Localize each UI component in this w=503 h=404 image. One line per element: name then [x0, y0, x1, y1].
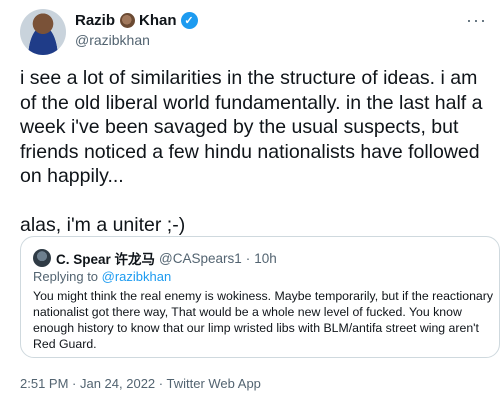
- quote-separator: ·: [245, 250, 251, 266]
- tweet-text: i see a lot of similarities in the struc…: [20, 67, 483, 236]
- quote-text: You might think the real enemy is wokine…: [33, 289, 493, 351]
- quote-author-name: C. Spear 许龙马: [56, 252, 156, 267]
- author-first-name: Razib: [75, 12, 116, 29]
- quote-author-handle: @CASpears1: [159, 250, 242, 266]
- quote-time: 10h: [254, 250, 277, 266]
- author-avatar[interactable]: [20, 9, 66, 55]
- coconut-emoji-icon: [120, 13, 136, 28]
- author-handle[interactable]: @razibkhan: [75, 32, 150, 48]
- quote-author-avatar: [33, 249, 51, 267]
- replying-to-link[interactable]: @razibkhan: [102, 269, 172, 284]
- footer-date[interactable]: Jan 24, 2022: [80, 376, 159, 391]
- author-name[interactable]: Razib Khan ✓: [75, 12, 198, 29]
- tweet-footer: 2:51 PM · Jan 24, 2022 · Twitter Web App: [20, 376, 261, 391]
- quote-replying-to: Replying to @razibkhan: [33, 269, 171, 284]
- more-icon[interactable]: ···: [466, 10, 487, 31]
- footer-time[interactable]: 2:51 PM: [20, 376, 72, 391]
- quote-header: C. Spear 许龙马 @CASpears1 · 10h: [33, 248, 277, 268]
- footer-sep-2: ·: [158, 376, 167, 391]
- tweet-card: Razib Khan ✓ @razibkhan ··· i see a lot …: [0, 0, 503, 404]
- quoted-tweet[interactable]: C. Spear 许龙马 @CASpears1 · 10h Replying t…: [20, 236, 500, 358]
- replying-prefix: Replying to: [33, 269, 102, 284]
- footer-source[interactable]: Twitter Web App: [167, 376, 261, 391]
- verified-badge-icon: ✓: [180, 12, 198, 29]
- footer-sep-1: ·: [72, 376, 80, 391]
- author-last-name: Khan: [139, 12, 177, 29]
